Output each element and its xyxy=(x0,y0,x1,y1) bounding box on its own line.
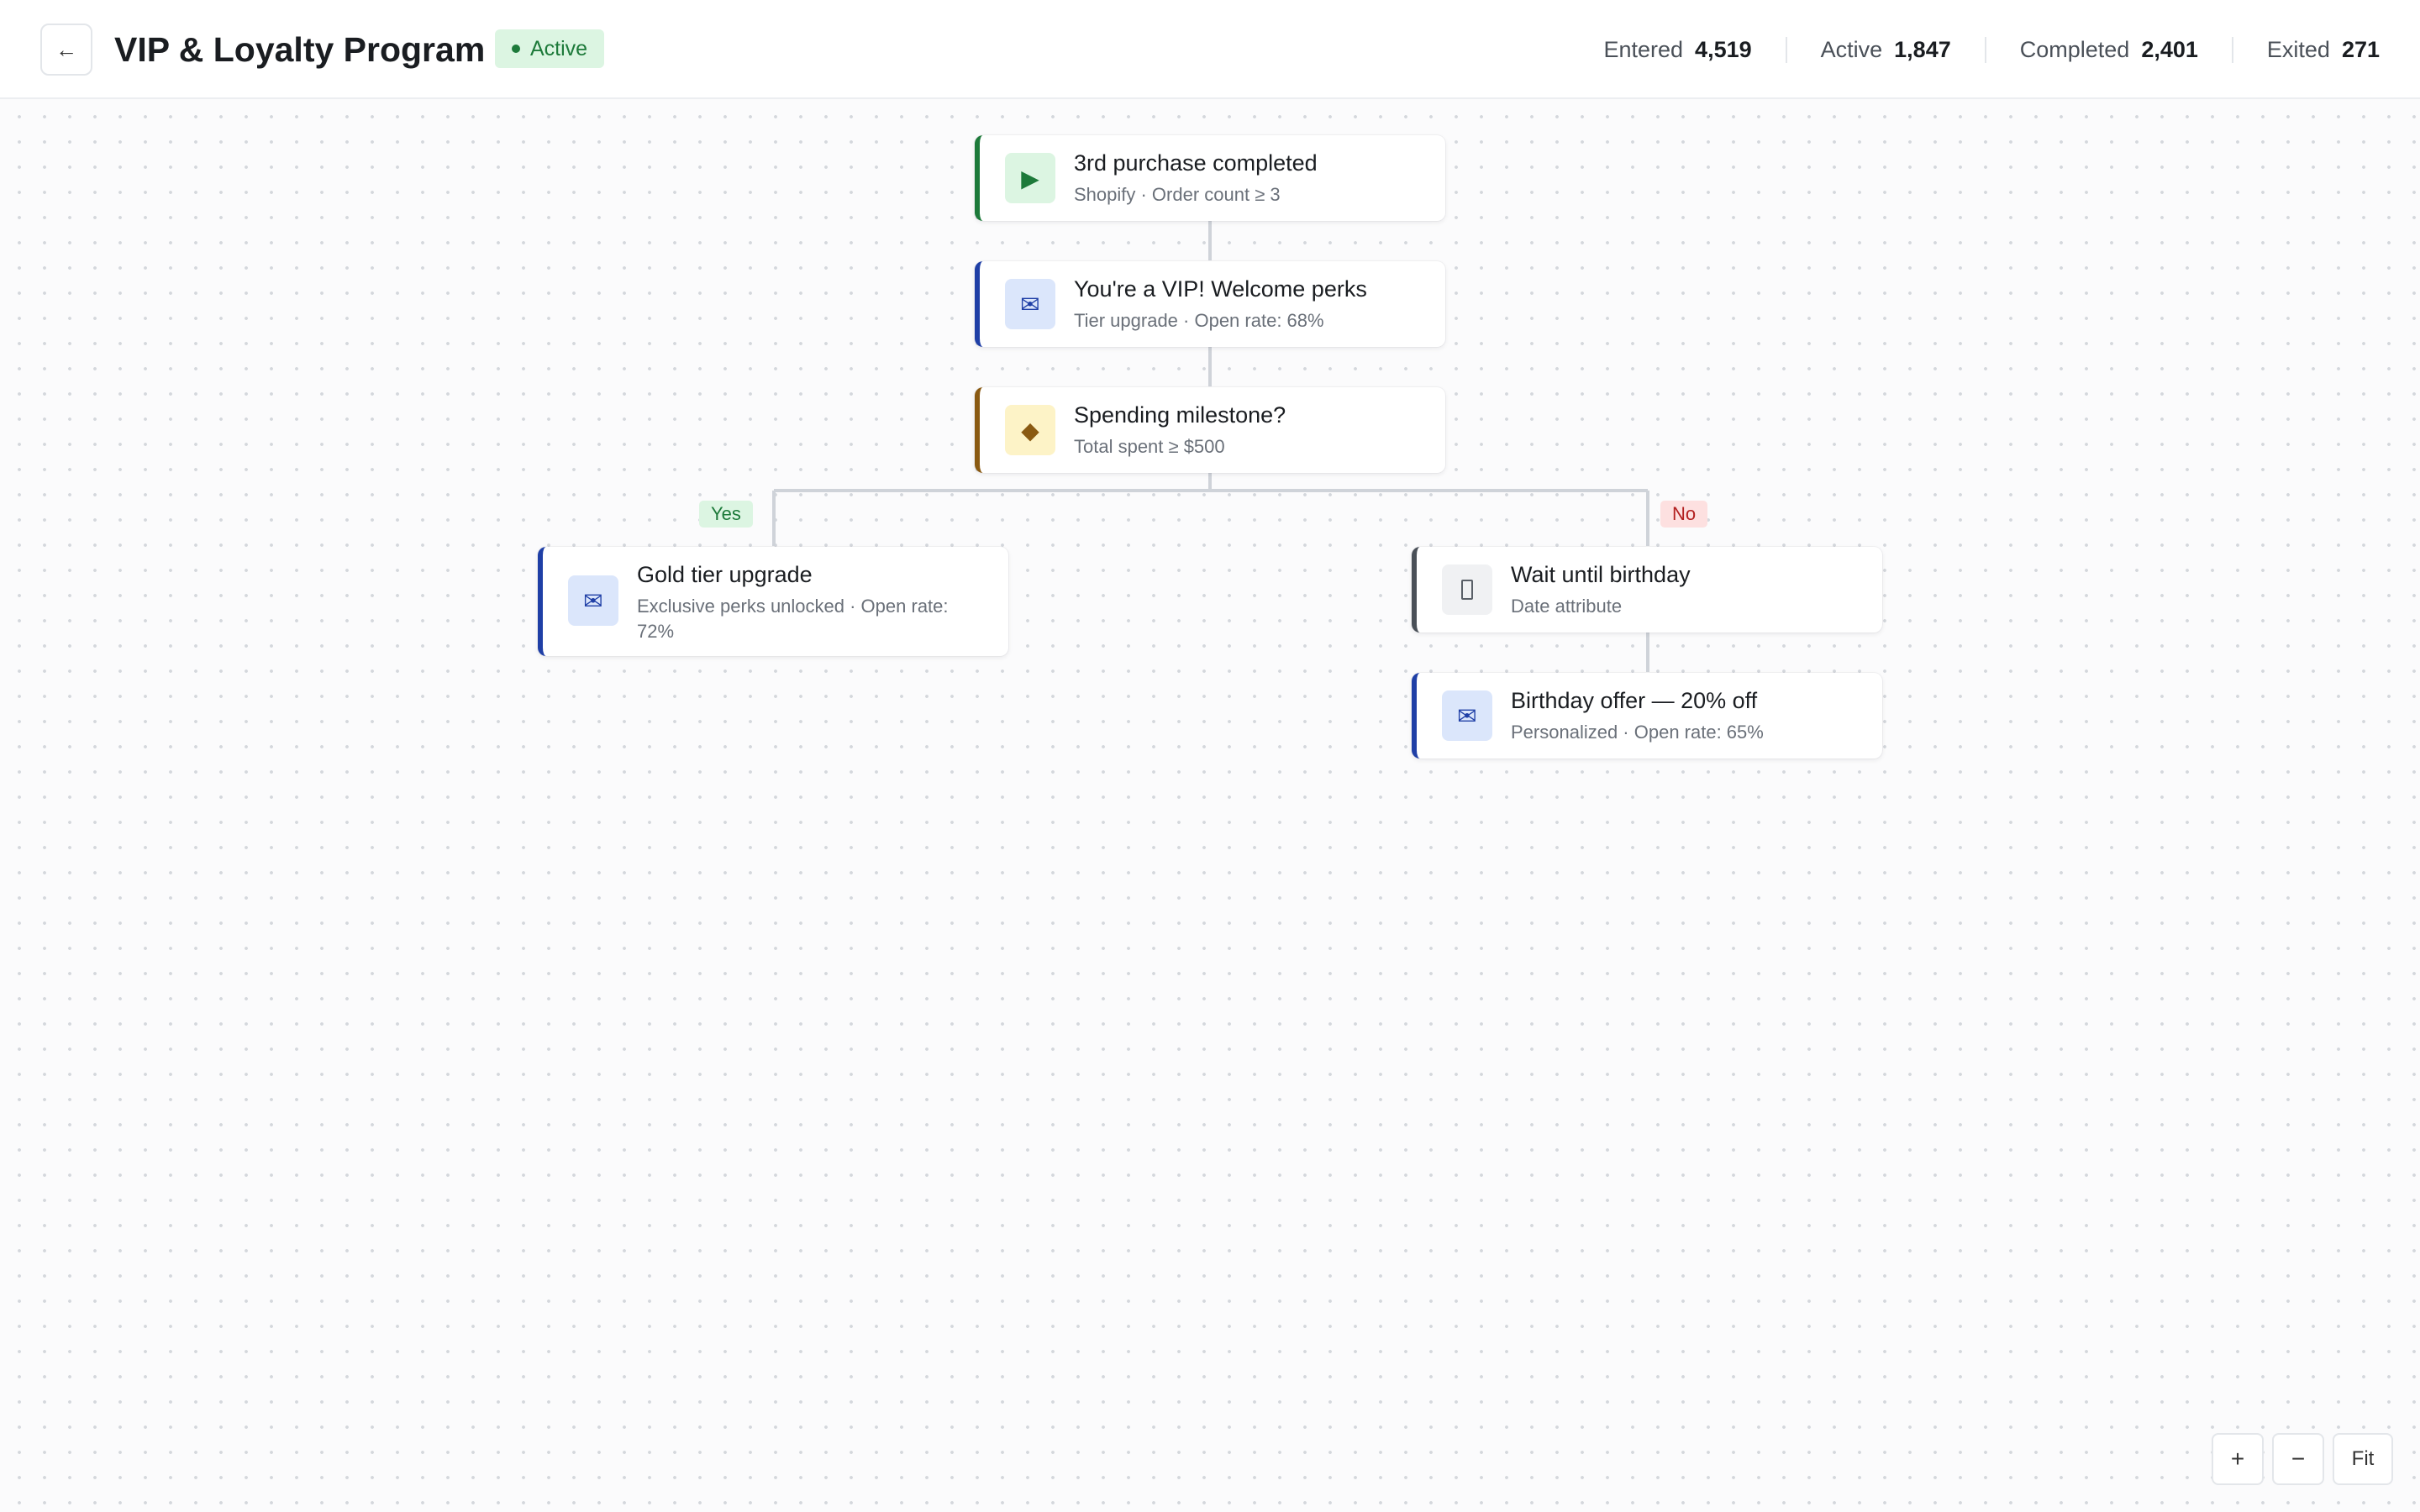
node-title: Birthday offer — 20% off xyxy=(1511,688,1758,713)
node-title: Wait until birthday xyxy=(1511,562,1691,587)
node-welcome-email[interactable]: ✉ You're a VIP! Welcome perks Tier upgra… xyxy=(975,261,1445,347)
node-title: 3rd purchase completed xyxy=(1074,150,1318,176)
clock-icon xyxy=(1442,564,1492,615)
plus-icon: + xyxy=(2230,1446,2245,1472)
node-condition[interactable]: ◆ Spending milestone? Total spent ≥ $500 xyxy=(975,387,1445,473)
node-subtitle: Shopify · Order count ≥ 3 xyxy=(1074,184,1281,205)
node-trigger[interactable]: ▶ 3rd purchase completed Shopify · Order… xyxy=(975,135,1445,221)
fit-label: Fit xyxy=(2351,1447,2375,1470)
node-subtitle: Exclusive perks unlocked · Open rate: 72… xyxy=(637,596,949,642)
mail-icon: ✉ xyxy=(568,575,618,626)
clock-glyph xyxy=(1461,580,1473,600)
journey-builder: ← VIP & Loyalty Program Active Entered 4… xyxy=(0,0,2420,1512)
branch-label-yes: Yes xyxy=(699,501,753,528)
mail-icon: ✉ xyxy=(1442,690,1492,741)
node-title: Spending milestone? xyxy=(1074,402,1286,428)
node-title: You're a VIP! Welcome perks xyxy=(1074,276,1367,302)
zoom-fit-button[interactable]: Fit xyxy=(2333,1433,2393,1485)
minus-icon: − xyxy=(2291,1446,2306,1472)
node-subtitle: Total spent ≥ $500 xyxy=(1074,436,1225,457)
node-birthday-email[interactable]: ✉ Birthday offer — 20% off Personalized … xyxy=(1412,673,1882,759)
node-subtitle: Personalized · Open rate: 65% xyxy=(1511,722,1764,743)
branch-label-no: No xyxy=(1660,501,1708,528)
zoom-in-button[interactable]: + xyxy=(2212,1433,2264,1485)
node-subtitle: Date attribute xyxy=(1511,596,1623,617)
flow-connectors xyxy=(772,221,1649,672)
zoom-out-button[interactable]: − xyxy=(2272,1433,2324,1485)
node-subtitle: Tier upgrade · Open rate: 68% xyxy=(1074,310,1324,331)
play-icon: ▶ xyxy=(1005,153,1055,203)
node-gold-tier-email[interactable]: ✉ Gold tier upgrade Exclusive perks unlo… xyxy=(538,547,1008,656)
diamond-icon: ◆ xyxy=(1005,405,1055,455)
node-wait[interactable]: Wait until birthday Date attribute xyxy=(1412,547,1882,633)
node-title: Gold tier upgrade xyxy=(637,562,813,587)
mail-icon: ✉ xyxy=(1005,279,1055,329)
